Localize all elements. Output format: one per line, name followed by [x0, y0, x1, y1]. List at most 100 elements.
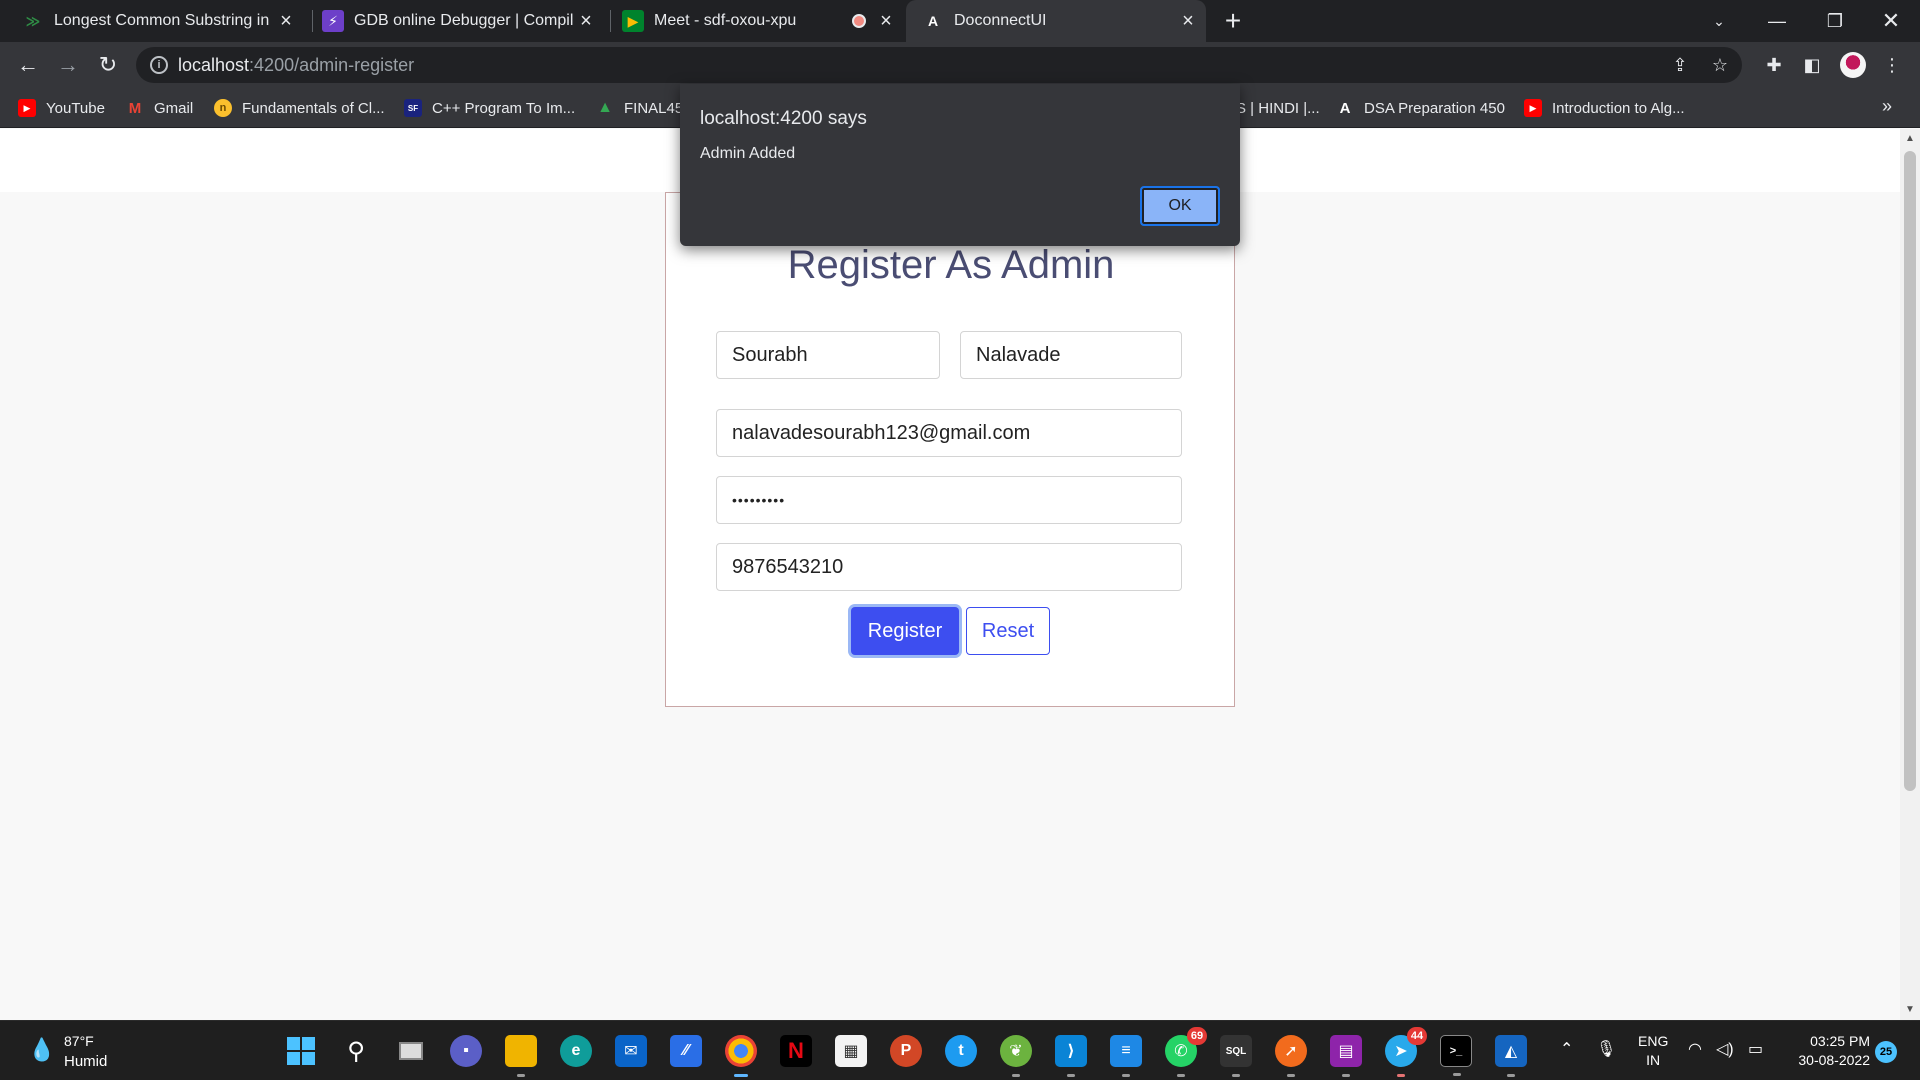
weather-temp: 87°F — [64, 1033, 94, 1049]
close-icon[interactable]: × — [876, 10, 896, 32]
tab-strip: ≫ Longest Common Substring in ar × ⚡ GDB… — [0, 0, 1920, 42]
tab-doconnectui[interactable]: A DoconnectUI × — [906, 0, 1206, 42]
bookmark-final45[interactable]: ▲ FINAL45 — [596, 97, 683, 119]
chrome-icon[interactable] — [725, 1035, 757, 1077]
winrar-icon[interactable]: ▤ — [1330, 1035, 1362, 1077]
running-indicator — [1232, 1074, 1240, 1077]
more-bookmarks-icon[interactable]: » — [1882, 96, 1892, 117]
mysql-icon[interactable]: SQL — [1220, 1035, 1252, 1077]
back-icon[interactable]: ← — [12, 49, 44, 81]
site-info-icon[interactable]: i — [150, 56, 168, 74]
bookmark-hindi[interactable]: S | HINDI |... — [1236, 97, 1320, 119]
bookmark-gmail[interactable]: M Gmail — [126, 97, 193, 119]
postman-icon[interactable]: ➚ — [1275, 1035, 1307, 1077]
language-indicator[interactable]: ENG IN — [1638, 1032, 1668, 1070]
tray-overflow-icon[interactable]: ⌃ — [1560, 1039, 1573, 1059]
battery-icon[interactable]: ▭ — [1748, 1039, 1763, 1059]
edge-icon[interactable]: e — [560, 1035, 592, 1067]
minimize-icon[interactable]: — — [1748, 0, 1806, 42]
url-host: localhost — [178, 55, 250, 75]
running-indicator — [1067, 1074, 1075, 1077]
netflix-icon[interactable]: N — [780, 1035, 812, 1067]
wifi-icon[interactable]: ◠ — [1688, 1039, 1702, 1059]
lang-region: IN — [1646, 1052, 1661, 1068]
phone-input[interactable]: 9876543210 — [716, 543, 1182, 591]
reset-button[interactable]: Reset — [966, 607, 1050, 655]
email-input[interactable]: nalavadesourabh123@gmail.com — [716, 409, 1182, 457]
extensions-icon[interactable]: ✚ — [1760, 51, 1788, 79]
bookmark-cpp-program[interactable]: SF C++ Program To Im... — [404, 97, 575, 119]
running-indicator — [734, 1074, 748, 1077]
weather-icon[interactable]: 💧 — [28, 1037, 55, 1063]
whatsapp-icon[interactable]: ✆ 69 — [1165, 1027, 1207, 1077]
tab-longest-common-substring[interactable]: ≫ Longest Common Substring in ar × — [22, 0, 304, 42]
window-close-icon[interactable]: ✕ — [1862, 0, 1920, 42]
bookmark-youtube[interactable]: ▶ YouTube — [18, 97, 105, 119]
address-bar[interactable]: i localhost:4200/admin-register ⇪ ☆ — [136, 47, 1742, 83]
password-input[interactable]: ••••••••• — [716, 476, 1182, 524]
bookmark-label: Introduction to Alg... — [1552, 99, 1685, 117]
start-icon[interactable] — [285, 1035, 317, 1067]
share-icon[interactable]: ⇪ — [1668, 53, 1692, 77]
gdb-icon: ⚡ — [322, 10, 344, 32]
running-indicator — [1453, 1073, 1461, 1076]
spring-icon[interactable]: ❦ — [1000, 1035, 1032, 1077]
scroll-up-icon[interactable]: ▲ — [1904, 133, 1916, 145]
notification-badge[interactable]: 25 — [1875, 1041, 1897, 1063]
bookmark-label: Gmail — [154, 99, 194, 117]
menu-icon[interactable]: ⋮ — [1878, 51, 1906, 79]
new-tab-button[interactable]: + — [1218, 5, 1248, 36]
store-icon[interactable]: ▦ — [835, 1035, 867, 1067]
gfg-icon: ≫ — [25, 12, 41, 29]
mail-icon[interactable]: ✉ — [615, 1035, 647, 1067]
file-explorer-icon[interactable] — [505, 1035, 537, 1077]
angular-icon: A — [1339, 99, 1351, 117]
last-name-input[interactable]: Nalavade — [960, 331, 1182, 379]
bookmark-dsa-preparation[interactable]: A DSA Preparation 450 — [1336, 97, 1505, 119]
close-icon[interactable]: × — [576, 10, 596, 32]
editor-icon[interactable]: ⁄⁄ — [670, 1035, 702, 1067]
scroll-down-icon[interactable]: ▼ — [1904, 1004, 1916, 1016]
side-panel-icon[interactable]: ◧ — [1798, 51, 1826, 79]
task-view-icon[interactable] — [395, 1035, 427, 1067]
search-icon[interactable]: ⚲ — [340, 1035, 372, 1067]
notepad-icon[interactable]: ≡ — [1110, 1035, 1142, 1077]
bookmark-label: FINAL45 — [624, 99, 684, 117]
tab-title: DoconnectUI — [954, 12, 1047, 29]
alert-message: Admin Added — [700, 145, 796, 162]
close-icon[interactable]: × — [1178, 10, 1198, 32]
telegram-icon[interactable]: ➤ 44 — [1385, 1027, 1427, 1077]
tab-gdb-debugger[interactable]: ⚡ GDB online Debugger | Compiler × — [322, 0, 604, 42]
scrollbar-thumb[interactable] — [1904, 151, 1916, 791]
bookmark-intro-algorithms[interactable]: ▶ Introduction to Alg... — [1524, 97, 1685, 119]
avatar[interactable] — [1840, 52, 1866, 78]
reload-icon[interactable]: ↻ — [92, 49, 124, 81]
running-indicator — [1507, 1074, 1515, 1077]
clock-date: 30-08-2022 — [1798, 1052, 1870, 1068]
vscode-icon[interactable]: ⟩ — [1055, 1035, 1087, 1077]
tab-meet[interactable]: ▶ Meet - sdf-oxou-xpu × — [622, 0, 904, 42]
microphone-icon[interactable]: 🎙 — [1596, 1039, 1616, 1059]
clock[interactable]: 03:25 PM 30-08-2022 — [1782, 1032, 1870, 1070]
terminal-icon[interactable]: >_ — [1440, 1035, 1472, 1076]
angular-icon: A — [927, 13, 939, 29]
first-name-input[interactable]: Sourabh — [716, 331, 940, 379]
close-icon[interactable]: × — [276, 10, 296, 32]
bookmark-label: S | HINDI |... — [1236, 99, 1320, 117]
powerpoint-icon[interactable]: P — [890, 1035, 922, 1067]
running-indicator — [517, 1074, 525, 1077]
ok-button[interactable]: OK — [1140, 186, 1220, 226]
photos-icon[interactable]: ◭ — [1495, 1035, 1527, 1077]
volume-icon[interactable]: ◁) — [1716, 1039, 1734, 1059]
page-scrollbar[interactable]: ▲ ▼ — [1900, 129, 1920, 1020]
tab-search-icon[interactable]: ⌄ — [1690, 0, 1748, 42]
bookmark-star-icon[interactable]: ☆ — [1708, 53, 1732, 77]
running-indicator — [1122, 1074, 1130, 1077]
forward-icon[interactable]: → — [52, 49, 84, 81]
twitter-icon[interactable]: t — [945, 1035, 977, 1067]
restore-icon[interactable]: ❐ — [1806, 0, 1864, 42]
register-button[interactable]: Register — [851, 607, 959, 655]
gmail-icon: M — [128, 99, 142, 117]
chat-icon[interactable]: ▪ — [450, 1035, 482, 1067]
bookmark-fundamentals[interactable]: n Fundamentals of Cl... — [214, 97, 385, 119]
